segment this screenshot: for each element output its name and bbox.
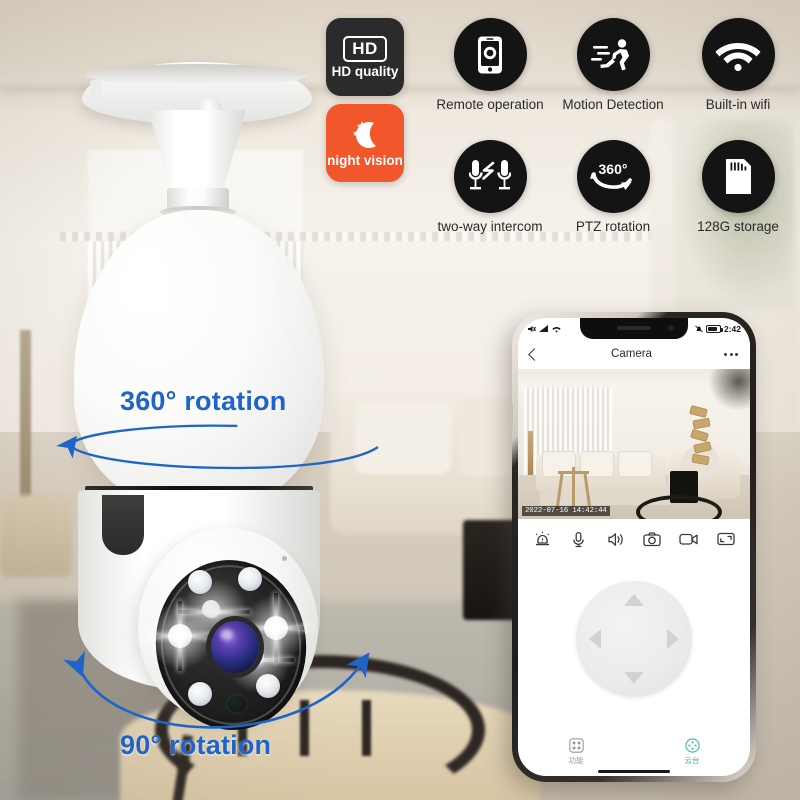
app-bar: Camera bbox=[518, 339, 750, 369]
feature-two-way-intercom: two-way intercom bbox=[430, 140, 550, 234]
rotation-arrow-icon: 360° bbox=[590, 161, 632, 190]
ptz-dpad[interactable] bbox=[576, 581, 692, 697]
video-record-icon[interactable] bbox=[678, 528, 700, 550]
tab-ptz-label: 云台 bbox=[684, 756, 700, 765]
sd-card-icon bbox=[726, 158, 751, 194]
earpiece-speaker bbox=[617, 326, 651, 330]
cushion bbox=[355, 402, 451, 474]
badge-hd-label: HD quality bbox=[331, 63, 399, 79]
video-lamp-pole bbox=[528, 431, 533, 477]
wifi-icon bbox=[715, 42, 761, 71]
moon-stars-icon bbox=[353, 120, 376, 148]
video-timestamp: 2022-07-16 14:42:44 bbox=[522, 506, 610, 516]
led-light bbox=[176, 574, 252, 650]
triangle-right-icon[interactable] bbox=[667, 629, 679, 649]
bulb-highlight bbox=[112, 244, 178, 394]
floor-lamp-pole bbox=[20, 330, 31, 505]
microphone-icon[interactable] bbox=[568, 528, 590, 550]
feature-icon-circle: 360° bbox=[576, 140, 650, 213]
ptz-dial-icon bbox=[684, 738, 700, 753]
status-time: 2:42 bbox=[723, 323, 741, 334]
led-light bbox=[188, 682, 212, 706]
alarm-siren-icon[interactable] bbox=[531, 528, 553, 550]
app-bar-title: Camera bbox=[611, 348, 652, 360]
feature-ptz-rotation: 360° PTZ rotation bbox=[553, 140, 673, 234]
battery-icon bbox=[705, 324, 723, 333]
ptz-dpad-area bbox=[518, 564, 750, 714]
video-ladder-shelf bbox=[689, 405, 716, 469]
hd-icon: HD bbox=[343, 35, 387, 62]
feature-icon-circle bbox=[576, 18, 650, 91]
badge-night-label: night vision bbox=[327, 152, 403, 168]
phone-screen: 2:42 Camera 2022-07-16 14:42:44 功能 云台 bbox=[518, 318, 750, 776]
camera-lens bbox=[211, 621, 259, 673]
feature-label: 128G storage bbox=[697, 219, 779, 234]
triangle-down-icon[interactable] bbox=[624, 672, 644, 684]
fullscreen-icon[interactable] bbox=[715, 528, 737, 550]
wifi-status-icon bbox=[552, 326, 561, 332]
camera-controls-row bbox=[518, 522, 750, 556]
phone-notch bbox=[580, 318, 688, 339]
home-indicator[interactable] bbox=[598, 770, 670, 773]
socket-neck bbox=[148, 110, 246, 192]
bottom-tab-bar: 功能 云台 bbox=[518, 734, 750, 770]
feature-label: Built-in wifi bbox=[705, 97, 771, 112]
feature-icon-circle bbox=[701, 18, 775, 91]
tab-ptz[interactable]: 云台 bbox=[685, 738, 700, 766]
badge-night-vision: night vision bbox=[326, 104, 404, 182]
speaker-icon[interactable] bbox=[605, 528, 627, 550]
triangle-up-icon[interactable] bbox=[624, 594, 644, 606]
badge-hd-quality: HD HD quality bbox=[326, 18, 404, 96]
product-marketing-image: 360° rotation 90° rotation HD HD quality… bbox=[0, 0, 800, 800]
video-cushion bbox=[618, 451, 652, 477]
feature-icon-circle bbox=[701, 140, 775, 213]
feature-label: two-way intercom bbox=[437, 219, 543, 234]
svg-text:360°: 360° bbox=[599, 161, 628, 177]
rotation-90-label: 90° rotation bbox=[120, 730, 272, 760]
alarm-mute-icon bbox=[695, 325, 703, 332]
mount-tab bbox=[90, 80, 101, 102]
feature-label: Motion Detection bbox=[562, 97, 664, 112]
triangle-left-icon[interactable] bbox=[589, 629, 601, 649]
microphone-hole bbox=[226, 694, 248, 714]
phone-side-button[interactable] bbox=[510, 404, 513, 430]
chair-spoke bbox=[362, 700, 371, 756]
feature-icon-circle bbox=[453, 140, 527, 213]
feature-icon-circle bbox=[453, 18, 527, 91]
feature-label: PTZ rotation bbox=[575, 219, 651, 234]
two-microphones-icon bbox=[469, 159, 511, 189]
mute-icon bbox=[528, 325, 536, 332]
rotation-360-label: 360° rotation bbox=[120, 386, 287, 416]
feature-builtin-wifi: Built-in wifi bbox=[678, 18, 798, 112]
signal-icon bbox=[539, 324, 548, 332]
bulb-body bbox=[74, 210, 324, 510]
grid-functions-icon bbox=[568, 738, 584, 753]
video-plant bbox=[708, 369, 750, 411]
tab-functions-label: 功能 bbox=[568, 756, 584, 765]
back-chevron-icon[interactable] bbox=[528, 347, 541, 361]
camera-shutter-icon[interactable] bbox=[641, 528, 663, 550]
feature-motion-detection: Motion Detection bbox=[553, 18, 673, 112]
more-options-icon[interactable] bbox=[724, 352, 738, 356]
mount-plate-rim bbox=[86, 64, 308, 86]
live-video-feed[interactable]: 2022-07-16 14:42:44 bbox=[518, 369, 750, 519]
housing-notch bbox=[102, 495, 144, 555]
tab-functions[interactable]: 功能 bbox=[569, 738, 584, 766]
light-sensor bbox=[282, 556, 287, 561]
smartphone-mockup: 2:42 Camera 2022-07-16 14:42:44 功能 云台 bbox=[510, 312, 756, 782]
running-person-icon bbox=[591, 38, 630, 70]
feature-128g-storage: 128G storage bbox=[678, 140, 798, 234]
smartphone-camera-icon bbox=[478, 36, 502, 73]
feature-label: Remote operation bbox=[436, 97, 544, 112]
feature-remote-operation: Remote operation bbox=[430, 18, 550, 112]
front-camera bbox=[668, 325, 674, 331]
